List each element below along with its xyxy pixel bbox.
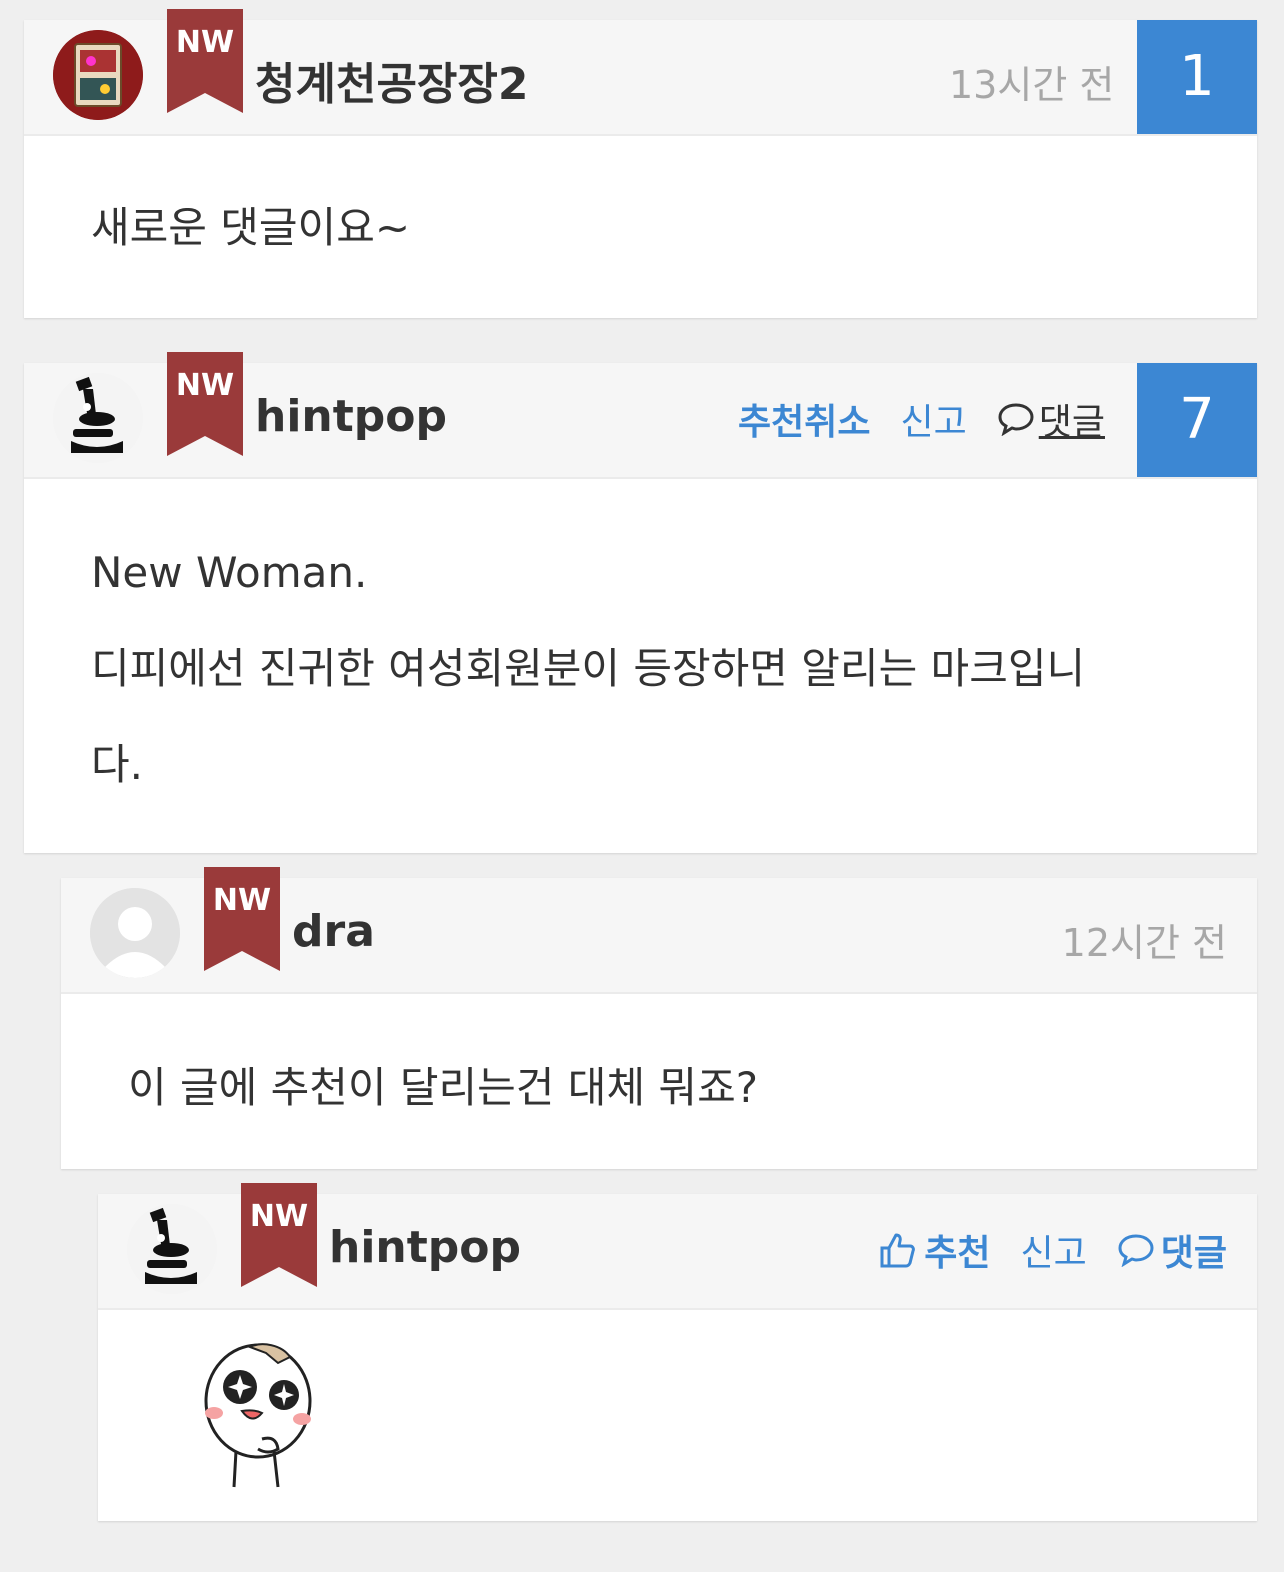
nw-badge: NW	[167, 352, 243, 456]
recommend-button[interactable]: 추천	[878, 1224, 991, 1276]
comment-card: NW dra 12시간 전 이 글에 추천이 달리는건 대체 뭐죠?	[61, 867, 1257, 1169]
nw-badge-label: NW	[175, 25, 235, 60]
comment-text: New Woman. 디피에선 진귀한 여성회원분이 등장하면 알리는 마크입니…	[91, 525, 1217, 813]
reply-button[interactable]: 댓글	[997, 393, 1105, 445]
comment-header: NW hintpop 추천 신고 댓글	[98, 1183, 1257, 1310]
recommend-label: 추천	[924, 1233, 991, 1274]
nw-badge-label: NW	[212, 883, 272, 918]
comment-text-line: 다.	[91, 740, 143, 789]
nw-badge: NW	[241, 1183, 317, 1287]
user-avatar[interactable]	[127, 1204, 217, 1294]
reply-label: 댓글	[1038, 402, 1105, 443]
comment-number: 1	[1137, 20, 1257, 134]
comment-number: 7	[1137, 363, 1257, 477]
nw-badge-label: NW	[249, 1199, 309, 1234]
report-button[interactable]: 신고	[1021, 1224, 1087, 1276]
comment-actions: 추천 신고 댓글	[878, 1224, 1227, 1276]
comment-header: NW 청계천공장장2 13시간 전 1	[24, 9, 1257, 136]
comment-text-line: New Woman.	[91, 548, 368, 597]
author-name[interactable]: hintpop	[255, 391, 447, 442]
author-name[interactable]: hintpop	[329, 1222, 521, 1273]
comment-time: 12시간 전	[1061, 921, 1227, 965]
nw-badge: NW	[167, 9, 243, 113]
comment-card: NW 청계천공장장2 13시간 전 1 새로운 댓글이요~	[24, 9, 1257, 318]
comment-header: NW dra 12시간 전	[61, 867, 1257, 994]
user-avatar[interactable]	[90, 888, 180, 978]
user-avatar[interactable]	[53, 373, 143, 463]
comment-card: NW hintpop 추천취소 신고 댓글 7 New Woman. 디피에선 …	[24, 352, 1257, 853]
report-button[interactable]: 신고	[900, 393, 966, 445]
comment-header: NW hintpop 추천취소 신고 댓글 7	[24, 352, 1257, 479]
speech-bubble-icon	[998, 403, 1034, 436]
author-name[interactable]: dra	[292, 906, 375, 957]
nw-badge: NW	[204, 867, 280, 971]
reply-button[interactable]: 댓글	[1117, 1224, 1227, 1276]
comment-text: 새로운 댓글이요~	[91, 203, 411, 252]
comment-text: 이 글에 추천이 달리는건 대체 뭐죠?	[128, 1063, 759, 1112]
thumbs-up-icon	[880, 1233, 916, 1268]
reply-label: 댓글	[1160, 1233, 1227, 1274]
user-avatar[interactable]	[53, 30, 143, 120]
author-name[interactable]: 청계천공장장2	[255, 48, 529, 112]
comment-actions: 추천취소 신고 댓글	[738, 393, 1105, 445]
emoticon-image	[196, 1339, 316, 1493]
comment-time: 13시간 전	[949, 63, 1115, 107]
comment-card: NW hintpop 추천 신고 댓글	[98, 1183, 1257, 1521]
speech-bubble-icon	[1118, 1234, 1154, 1267]
recommend-cancel-button[interactable]: 추천취소	[738, 393, 870, 445]
comment-text-line: 디피에선 진귀한 여성회원분이 등장하면 알리는 마크입니	[91, 644, 1086, 693]
nw-badge-label: NW	[175, 368, 235, 403]
